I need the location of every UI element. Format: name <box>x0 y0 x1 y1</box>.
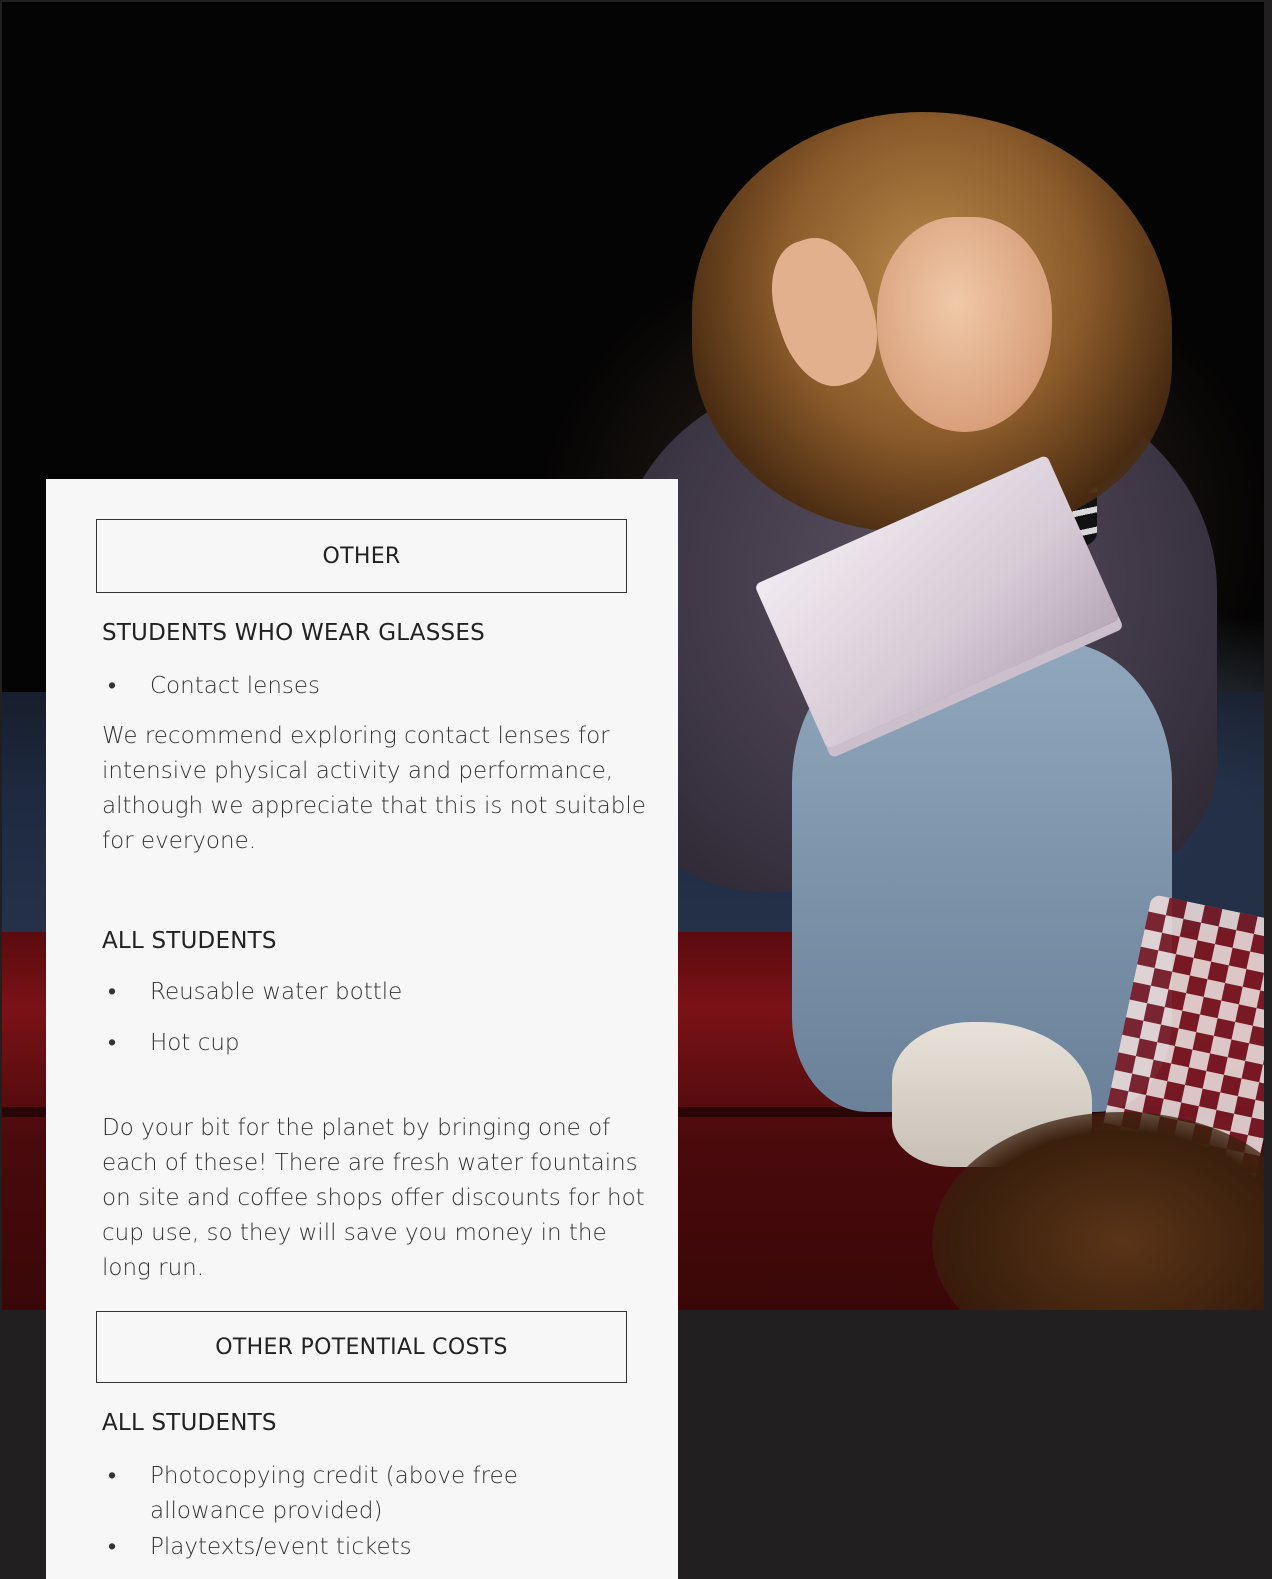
planet-paragraph: Do your bit for the planet by bringing o… <box>102 1115 645 1281</box>
bullet-icon: • <box>107 1030 117 1056</box>
list-item: • Contact lenses <box>102 669 622 704</box>
section-title-other: OTHER <box>96 519 627 593</box>
list-item-text: Hot cup <box>150 1030 240 1056</box>
info-card: OTHER STUDENTS WHO WEAR GLASSES • Contac… <box>46 479 678 1579</box>
bullet-icon: • <box>107 1534 117 1560</box>
list-item: • Playtexts/event tickets <box>102 1530 622 1565</box>
bullet-icon: • <box>107 1463 117 1489</box>
list-item-text: Photocopying credit (above free allowanc… <box>150 1463 518 1524</box>
heading-all-students: ALL STUDENTS <box>102 1410 277 1436</box>
bullet-icon: • <box>107 673 117 699</box>
section-title-other-potential-costs: OTHER POTENTIAL COSTS <box>96 1311 627 1383</box>
heading-all-students: ALL STUDENTS <box>102 928 277 954</box>
list-item: • Photocopying credit (above free allowa… <box>102 1459 622 1529</box>
list-item-text: Contact lenses <box>150 673 321 699</box>
bullet-icon: • <box>107 979 117 1005</box>
list-item: • Reusable water bottle <box>102 975 622 1010</box>
list-item-text: Reusable water bottle <box>150 979 403 1005</box>
list-item-text: Playtexts/event tickets <box>150 1534 412 1560</box>
heading-students-who-wear-glasses: STUDENTS WHO WEAR GLASSES <box>102 620 485 646</box>
person-face <box>877 217 1052 432</box>
glasses-paragraph: We recommend exploring contact lenses fo… <box>102 723 646 854</box>
list-item: • Hot cup <box>102 1026 622 1061</box>
